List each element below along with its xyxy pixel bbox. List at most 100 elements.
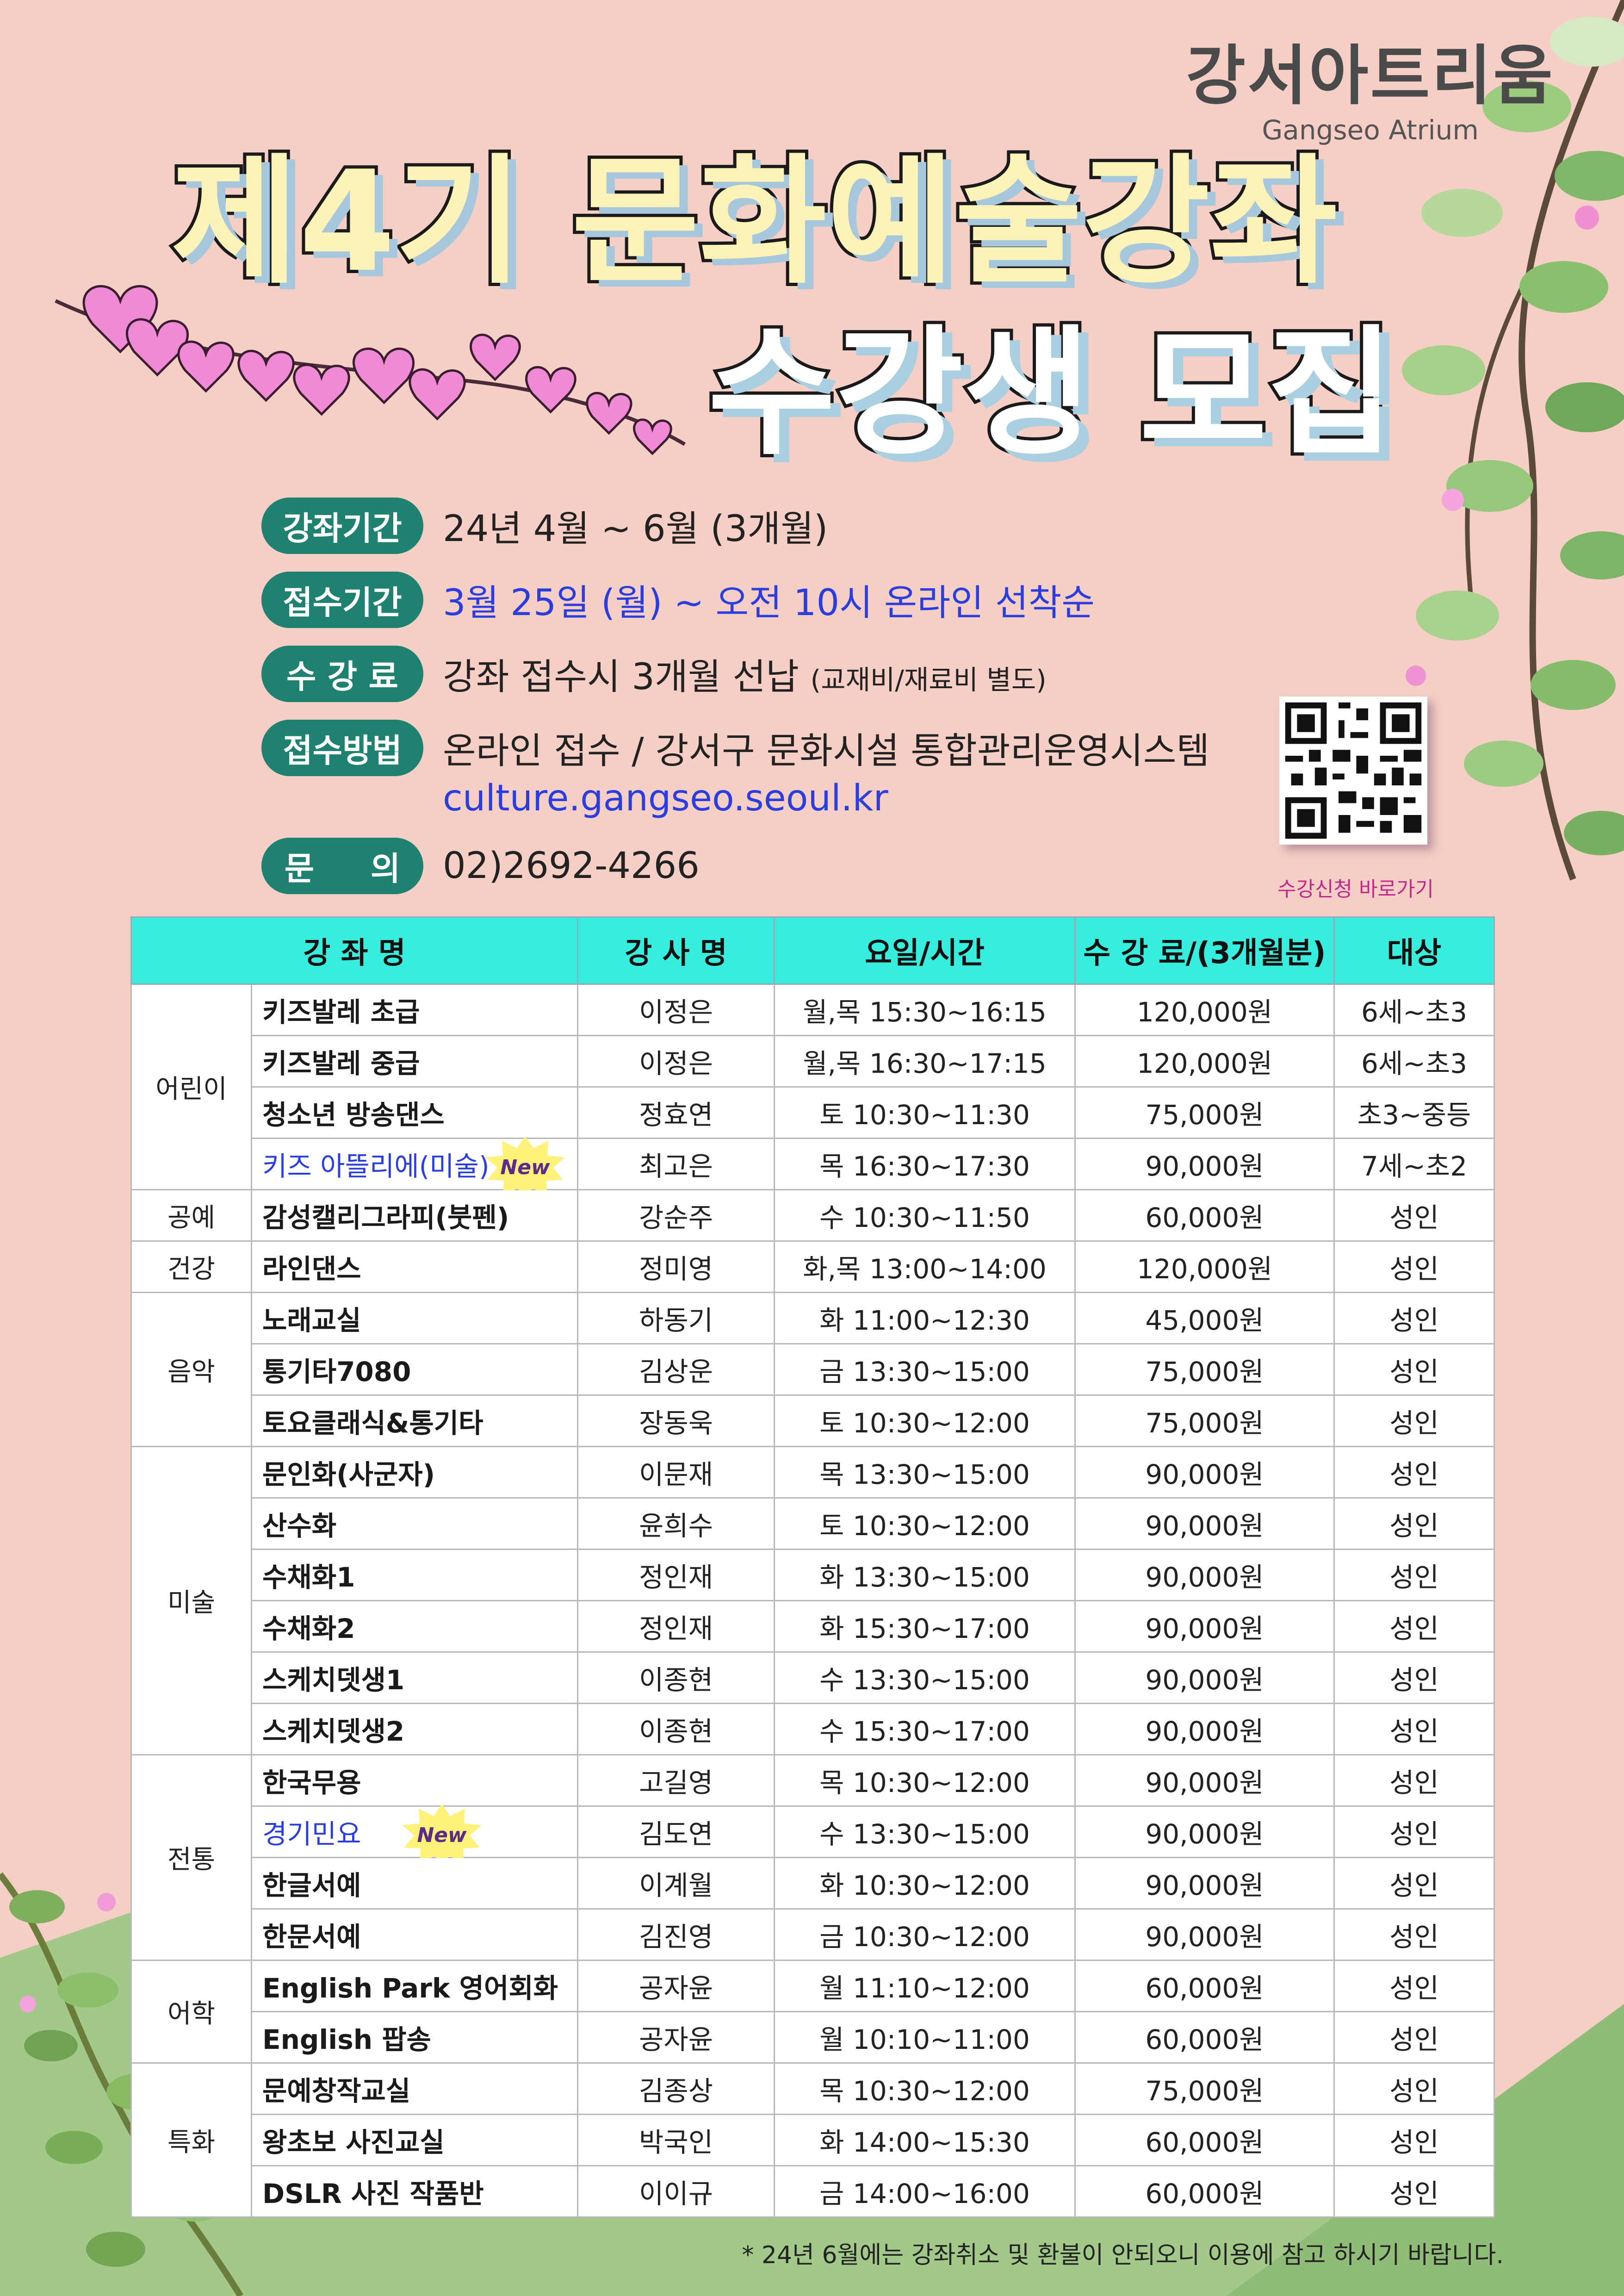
schedule: 목 13:30~15:00 [774, 1446, 1076, 1499]
fee: 120,000원 [1074, 983, 1335, 1036]
target: 성인 [1333, 1394, 1495, 1447]
schedule: 목 10:30~12:00 [774, 2062, 1076, 2115]
schedule: 토 10:30~11:30 [774, 1086, 1076, 1139]
fee: 60,000원 [1074, 2114, 1335, 2166]
target: 성인 [1333, 1600, 1495, 1653]
course-name: 한국무용 [250, 1754, 579, 1807]
teacher: 하동기 [577, 1292, 775, 1344]
course-name: 문인화(사군자) [250, 1446, 579, 1499]
schedule: 월,목 16:30~17:15 [774, 1035, 1076, 1088]
category-cell: 어학 [130, 1960, 252, 2064]
target: 성인 [1333, 1754, 1495, 1807]
target: 성인 [1333, 2165, 1495, 2218]
qr-code[interactable] [1279, 697, 1427, 845]
teacher: 정미영 [577, 1240, 775, 1293]
heart-garland-decoration [55, 285, 686, 455]
course-name: 키즈 아뜰리에(미술) [262, 1151, 490, 1182]
table-row: 키즈 아뜰리에(미술) New 최고은 목 16:30~17:30 90,000… [131, 1136, 1495, 1198]
course-name: 스케치뎃생2 [250, 1703, 579, 1755]
course-name: 키즈발레 초급 [250, 983, 579, 1036]
course-name: 노래교실 [250, 1292, 579, 1344]
info-label: 강좌기간 [261, 498, 423, 554]
teacher: 김종상 [577, 2062, 775, 2115]
target: 성인 [1333, 2062, 1495, 2115]
new-badge-text: New [500, 1156, 550, 1179]
footnote: * 24년 6월에는 강좌취소 및 환불이 안되오니 이용에 참고 하시기 바랍… [742, 2241, 1504, 2269]
target: 초3~중등 [1333, 1086, 1495, 1139]
table-row: 어학 English Park 영어회화 공자윤 월 11:10~12:00 6… [130, 1960, 1495, 2064]
table-row: 한문서예 김진영 금 10:30~12:00 90,000원 성인 [131, 1908, 1495, 1961]
info-value: 온라인 접수 / 강서구 문화시설 통합관리운영시스템 [443, 730, 1210, 772]
teacher: 이계월 [577, 1857, 775, 1910]
fee: 90,000원 [1074, 1600, 1335, 1653]
target: 성인 [1333, 1703, 1495, 1755]
fee: 45,000원 [1074, 1292, 1335, 1344]
table-row: 경기민요 New 김도연 수 13:30~15:00 90,000원 성인 [131, 1804, 1495, 1866]
schedule: 월 10:10~11:00 [774, 2011, 1076, 2064]
course-name: 청소년 방송댄스 [250, 1086, 579, 1139]
fee: 75,000원 [1074, 1086, 1335, 1139]
fee: 90,000원 [1074, 1857, 1335, 1910]
teacher: 박국인 [577, 2114, 775, 2166]
fee: 75,000원 [1074, 2062, 1335, 2115]
logo-korean: 강서아트리움 [1186, 38, 1555, 114]
fee: 90,000원 [1074, 1754, 1335, 1807]
target: 성인 [1333, 1497, 1495, 1550]
schedule: 화 10:30~12:00 [774, 1857, 1076, 1910]
fee: 60,000원 [1074, 1960, 1335, 2012]
teacher: 장동욱 [577, 1394, 775, 1447]
schedule: 금 13:30~15:00 [774, 1343, 1076, 1396]
course-name-new: 경기민요 New [250, 1804, 579, 1866]
target: 성인 [1333, 1446, 1495, 1499]
course-name: 산수화 [250, 1497, 579, 1550]
course-name: 수채화2 [250, 1600, 579, 1653]
table-row: 수채화2 정인재 화 15:30~17:00 90,000원 성인 [131, 1600, 1495, 1653]
target: 6세~초3 [1333, 983, 1495, 1036]
fee: 90,000원 [1074, 1549, 1335, 1601]
info-value: 02)2692-4266 [443, 845, 700, 887]
table-row: 건강 라인댄스 정미영 화,목 13:00~14:00 120,000원 성인 [130, 1240, 1495, 1293]
table-row: 토요클래식&통기타 장동욱 토 10:30~12:00 75,000원 성인 [131, 1394, 1495, 1447]
teacher: 이정은 [577, 983, 775, 1036]
info-row-method: 접수방법 온라인 접수 / 강서구 문화시설 통합관리운영시스템 [261, 720, 1209, 776]
poster: 강서아트리움 Gangseo Atrium 제4기 문화예술강좌 수강생 모집 … [0, 0, 1624, 2296]
target: 성인 [1333, 1292, 1495, 1344]
teacher: 이문재 [577, 1446, 775, 1499]
target: 성인 [1333, 1857, 1495, 1910]
teacher: 정인재 [577, 1600, 775, 1653]
header-teacher: 강 사 명 [577, 916, 775, 985]
teacher: 이종현 [577, 1651, 775, 1704]
info-row-fee: 수 강 료 강좌 접수시 3개월 선납 (교재비/재료비 별도) [261, 646, 1047, 702]
table-row: 한글서예 이계월 화 10:30~12:00 90,000원 성인 [131, 1857, 1495, 1910]
new-badge-text: New [417, 1823, 467, 1847]
course-name: 스케치뎃생1 [250, 1651, 579, 1704]
fee: 90,000원 [1074, 1805, 1335, 1858]
info-label: 접수기간 [261, 572, 423, 628]
registration-url-link[interactable]: culture.gangseo.seoul.kr [443, 778, 888, 819]
teacher: 김진영 [577, 1908, 775, 1961]
schedule: 월,목 15:30~16:15 [774, 983, 1076, 1036]
table-row: 음악 노래교실 하동기 화 11:00~12:30 45,000원 성인 [130, 1292, 1495, 1447]
schedule: 화 13:30~15:00 [774, 1549, 1076, 1601]
course-name: 문예창작교실 [250, 2062, 579, 2115]
table-row: 스케치뎃생2 이종현 수 15:30~17:00 90,000원 성인 [131, 1703, 1495, 1755]
sub-title: 수강생 모집 [705, 312, 1398, 474]
schedule: 목 10:30~12:00 [774, 1754, 1076, 1807]
header-time: 요일/시간 [774, 916, 1076, 985]
teacher: 공자윤 [577, 1960, 775, 2012]
target: 7세~초2 [1333, 1138, 1495, 1190]
fee: 90,000원 [1074, 1703, 1335, 1755]
schedule: 수 15:30~17:00 [774, 1703, 1076, 1755]
schedule: 화 14:00~15:30 [774, 2114, 1076, 2166]
course-name: 경기민요 [262, 1818, 361, 1850]
teacher: 강순주 [577, 1189, 775, 1242]
teacher: 김상운 [577, 1343, 775, 1396]
header-target: 대상 [1333, 916, 1495, 985]
info-label: 접수방법 [261, 720, 423, 776]
main-title: 제4기 문화예술강좌 [168, 141, 1341, 303]
fee: 90,000원 [1074, 1446, 1335, 1499]
course-name-new: 키즈 아뜰리에(미술) New [250, 1136, 579, 1198]
schedule: 수 13:30~15:00 [774, 1805, 1076, 1858]
schedule: 수 13:30~15:00 [774, 1651, 1076, 1704]
fee: 120,000원 [1074, 1035, 1335, 1088]
